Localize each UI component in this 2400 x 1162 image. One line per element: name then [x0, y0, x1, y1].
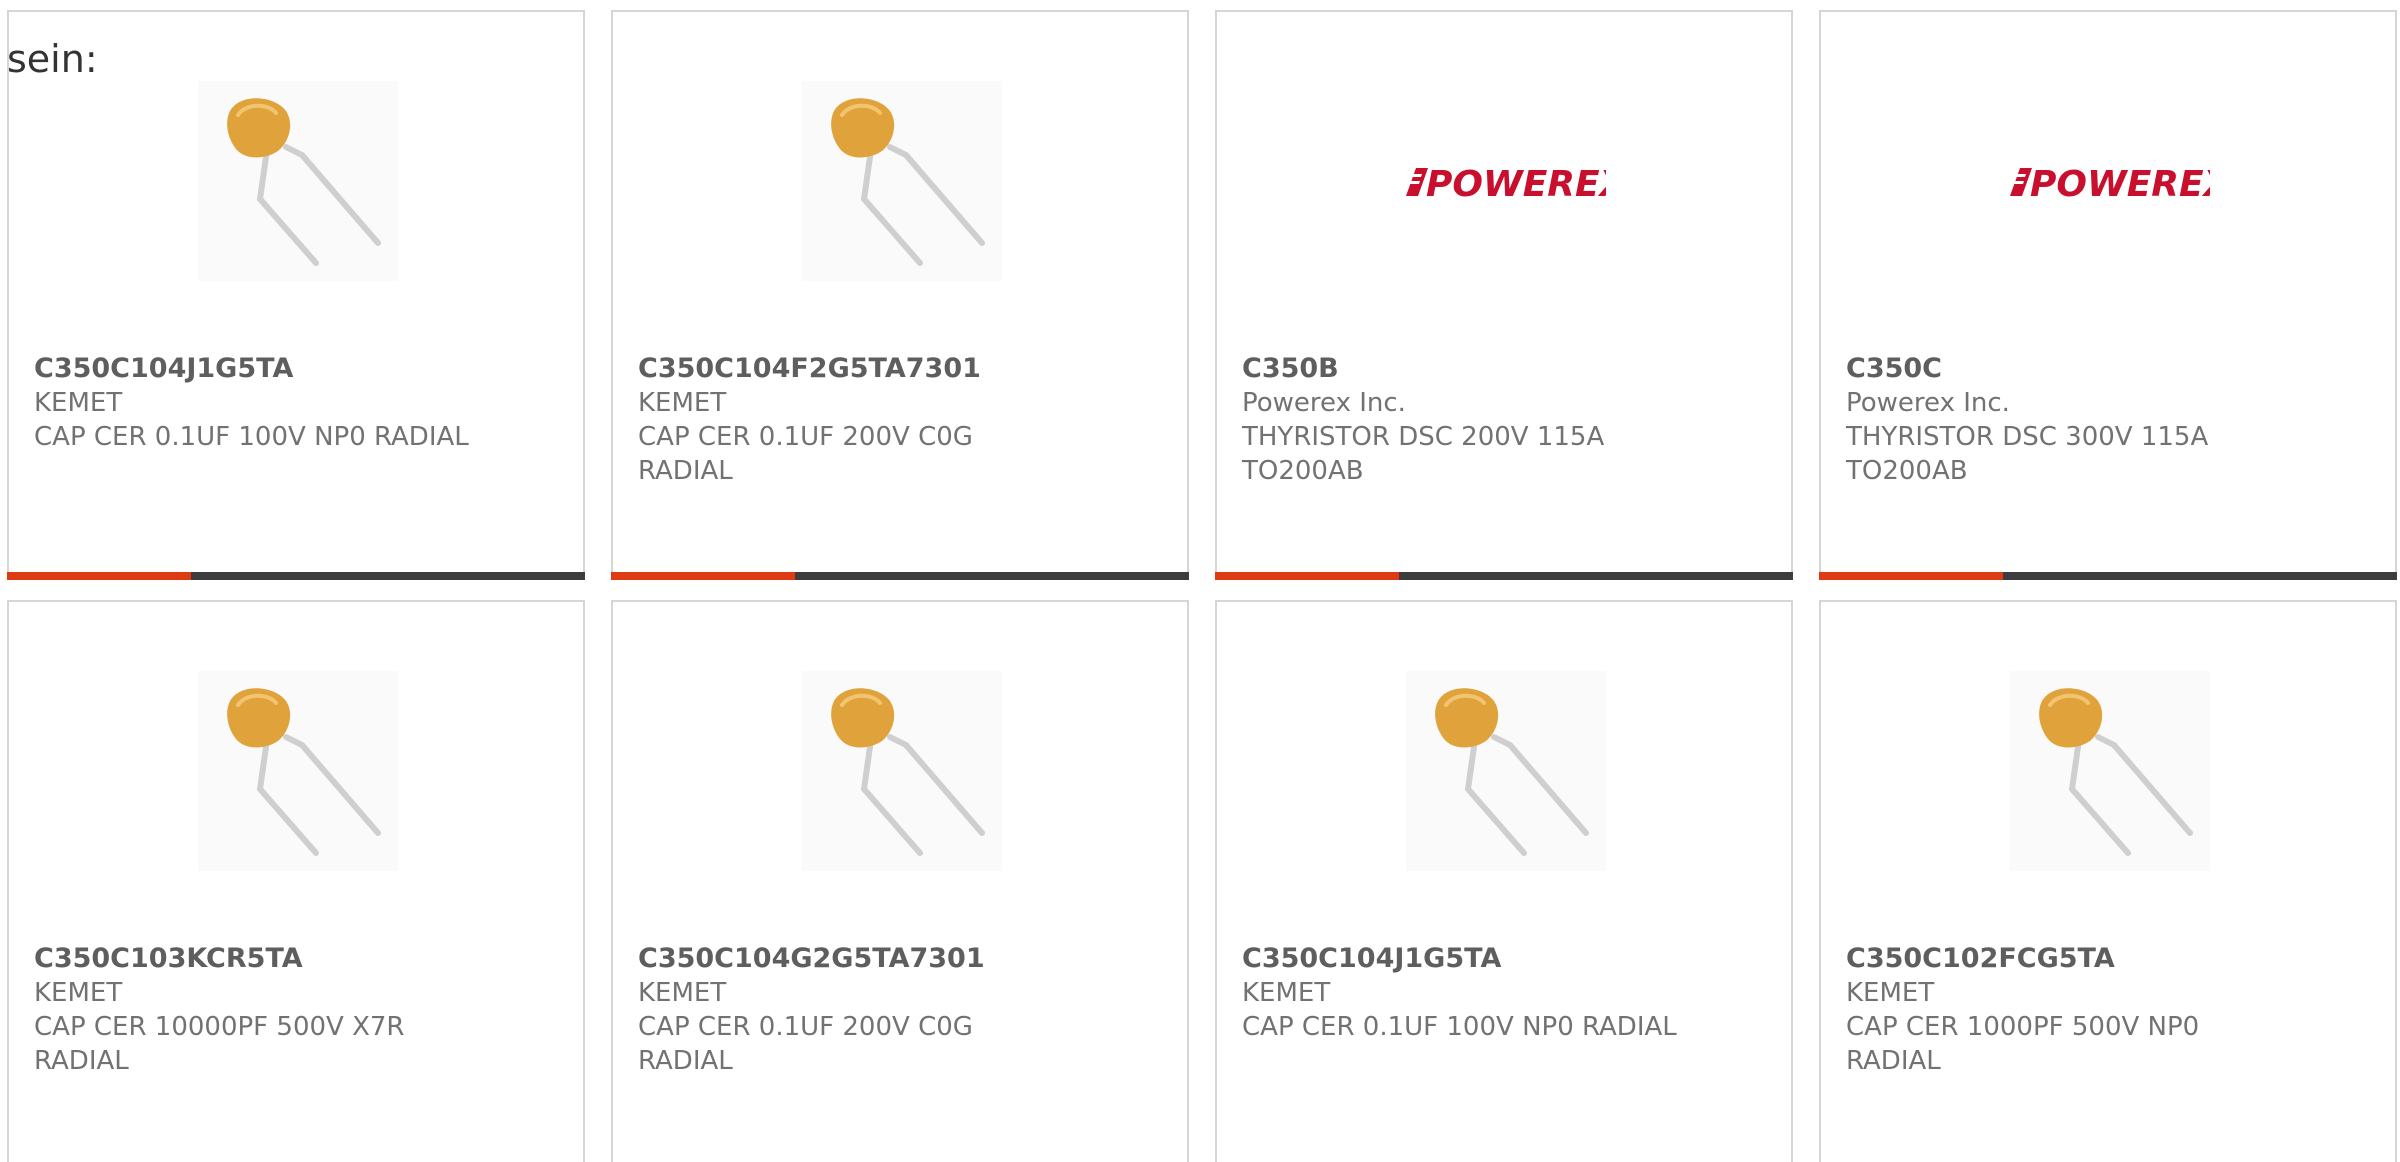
- description: CAP CER 0.1UF 100V NP0 RADIAL: [34, 422, 469, 452]
- part-number[interactable]: C350C104J1G5TA: [34, 352, 554, 386]
- product-info: C350C Powerex Inc. THYRISTOR DSC 300V 11…: [1846, 352, 2366, 488]
- manufacturer: Powerex Inc.: [1846, 388, 2010, 418]
- description: CAP CER 0.1UF 200V C0G RADIAL: [638, 422, 973, 486]
- product-info: C350C103KCR5TA KEMET CAP CER 10000PF 500…: [34, 942, 554, 1078]
- description: CAP CER 1000PF 500V NP0 RADIAL: [1846, 1012, 2200, 1076]
- card-bottom-bar: [611, 572, 1189, 580]
- card-bottom-bar: [1819, 572, 2397, 580]
- product-info: C350C104J1G5TA KEMET CAP CER 0.1UF 100V …: [1242, 942, 1762, 1044]
- card-accent-bar: [1215, 572, 1399, 580]
- card-bottom-bar: [1215, 572, 1793, 580]
- manufacturer: KEMET: [638, 978, 727, 1008]
- description: THYRISTOR DSC 200V 115A TO200AB: [1242, 422, 1605, 486]
- part-number[interactable]: C350B: [1242, 352, 1762, 386]
- part-number[interactable]: C350C104G2G5TA7301: [638, 942, 1158, 976]
- capacitor-image: [802, 81, 1002, 281]
- card-accent-bar: [611, 572, 795, 580]
- capacitor-image: [802, 671, 1002, 871]
- manufacturer: KEMET: [34, 978, 123, 1008]
- capacitor-image: [198, 671, 398, 871]
- capacitor-image: [1406, 671, 1606, 871]
- description: THYRISTOR DSC 300V 115A TO200AB: [1846, 422, 2209, 486]
- powerex-logo: POWEREX: [1402, 156, 1606, 206]
- description: CAP CER 10000PF 500V X7R RADIAL: [34, 1012, 405, 1076]
- manufacturer: KEMET: [34, 388, 123, 418]
- manufacturer: KEMET: [638, 388, 727, 418]
- intro-text: sein:: [7, 37, 98, 81]
- description: CAP CER 0.1UF 100V NP0 RADIAL: [1242, 1012, 1677, 1042]
- card-accent-bar: [7, 572, 191, 580]
- product-card[interactable]: C350C104G2G5TA7301 KEMET CAP CER 0.1UF 2…: [611, 600, 1189, 1162]
- product-card[interactable]: C350C104J1G5TA KEMET CAP CER 0.1UF 100V …: [1215, 600, 1793, 1162]
- product-card[interactable]: C350C102FCG5TA KEMET CAP CER 1000PF 500V…: [1819, 600, 2397, 1162]
- product-card[interactable]: POWEREX C350B Powerex Inc. THYRISTOR DSC…: [1215, 10, 1793, 580]
- part-number[interactable]: C350C102FCG5TA: [1846, 942, 2366, 976]
- card-bottom-bar: [7, 572, 585, 580]
- description: CAP CER 0.1UF 200V C0G RADIAL: [638, 1012, 973, 1076]
- product-info: C350C104F2G5TA7301 KEMET CAP CER 0.1UF 2…: [638, 352, 1158, 488]
- part-number[interactable]: C350C104J1G5TA: [1242, 942, 1762, 976]
- part-number[interactable]: C350C104F2G5TA7301: [638, 352, 1158, 386]
- part-number[interactable]: C350C: [1846, 352, 2366, 386]
- product-card[interactable]: POWEREX C350C Powerex Inc. THYRISTOR DSC…: [1819, 10, 2397, 580]
- product-card[interactable]: C350C104F2G5TA7301 KEMET CAP CER 0.1UF 2…: [611, 10, 1189, 580]
- product-card[interactable]: C350C104J1G5TA KEMET CAP CER 0.1UF 100V …: [7, 10, 585, 580]
- product-card[interactable]: C350C103KCR5TA KEMET CAP CER 10000PF 500…: [7, 600, 585, 1162]
- product-grid-page: sein: C350C104J1G5TA KEMET CAP CER 0.1UF…: [0, 0, 2400, 1162]
- manufacturer: Powerex Inc.: [1242, 388, 1406, 418]
- logo-text: POWEREX: [2030, 164, 2210, 205]
- product-info: C350C102FCG5TA KEMET CAP CER 1000PF 500V…: [1846, 942, 2366, 1078]
- logo-text: POWEREX: [1426, 164, 1606, 205]
- product-info: C350C104J1G5TA KEMET CAP CER 0.1UF 100V …: [34, 352, 554, 454]
- capacitor-image: [198, 81, 398, 281]
- manufacturer: KEMET: [1242, 978, 1331, 1008]
- product-info: C350C104G2G5TA7301 KEMET CAP CER 0.1UF 2…: [638, 942, 1158, 1078]
- capacitor-image: [2010, 671, 2210, 871]
- powerex-logo: POWEREX: [2006, 156, 2210, 206]
- manufacturer: KEMET: [1846, 978, 1935, 1008]
- product-info: C350B Powerex Inc. THYRISTOR DSC 200V 11…: [1242, 352, 1762, 488]
- card-accent-bar: [1819, 572, 2003, 580]
- part-number[interactable]: C350C103KCR5TA: [34, 942, 554, 976]
